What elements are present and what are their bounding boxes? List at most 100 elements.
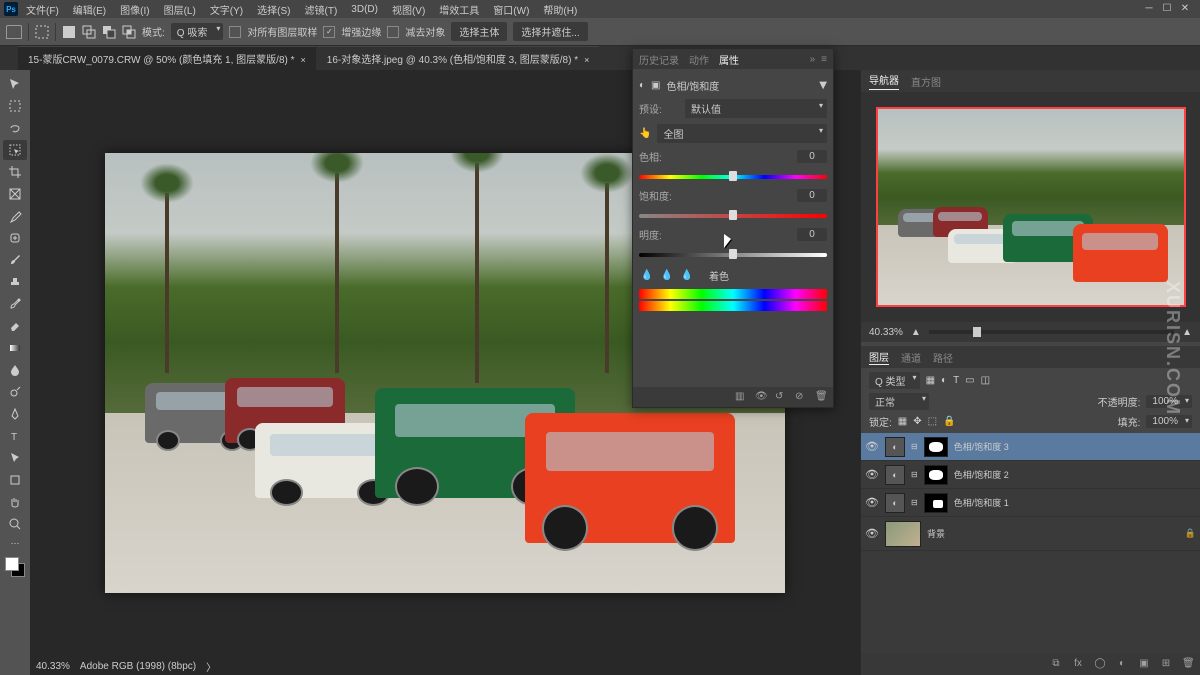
subtract-select-icon[interactable] [102,25,116,39]
add-select-icon[interactable] [82,25,96,39]
mask-icon[interactable]: ◯ [1094,658,1106,670]
visibility-icon[interactable]: 👁 [865,468,879,481]
eraser-tool[interactable] [3,316,27,336]
gradient-tool[interactable] [3,338,27,358]
doc-info[interactable]: Adobe RGB (1998) (8bpc) [80,661,196,672]
delete-icon[interactable]: 🗑 [1182,658,1194,670]
tab-actions[interactable]: 动作 [689,52,709,67]
edit-toolbar-icon[interactable]: ⋯ [11,538,20,549]
eyedropper-minus-icon[interactable]: 💧 [679,267,695,283]
close-icon[interactable]: × [301,55,306,65]
tab-properties[interactable]: 属性 [719,52,739,67]
layer-mask-thumb[interactable] [924,465,948,485]
lig-value[interactable]: 0 [797,228,827,241]
nav-zoom-value[interactable]: 40.33% [869,327,903,338]
type-tool[interactable]: T [3,426,27,446]
fx-icon[interactable]: fx [1072,658,1084,670]
visibility-icon[interactable]: 👁 [865,496,879,509]
tab-navigator[interactable]: 导航器 [869,72,899,90]
marquee-tool[interactable] [3,96,27,116]
hue-slider[interactable] [639,169,827,183]
path-select-tool[interactable] [3,448,27,468]
tab-layers[interactable]: 图层 [869,349,889,365]
menu-select[interactable]: 选择(S) [251,2,296,17]
color-range-dropdown[interactable]: 全图 [657,124,827,143]
trash-icon[interactable]: 🗑 [815,391,827,403]
eyedropper-tool[interactable] [3,206,27,226]
zoom-in-icon[interactable]: ▲ [1182,327,1192,338]
layer-name[interactable]: 色相/饱和度 1 [954,496,1009,509]
adjustment-layer-icon[interactable]: ◐ [1116,658,1128,670]
sample-all-checkbox[interactable] [229,26,241,38]
finger-icon[interactable]: 👆 [639,128,651,139]
tab-paths[interactable]: 路径 [933,350,953,365]
menu-type[interactable]: 文字(Y) [204,2,249,17]
tab-doc-2[interactable]: 16-对象选择.jpeg @ 40.3% (色相/饱和度 3, 图层蒙版/8) … [317,46,600,70]
layer-thumb[interactable] [885,521,921,547]
hue-range-bottom[interactable] [639,301,827,311]
tab-histogram[interactable]: 直方图 [911,74,941,89]
tab-channels[interactable]: 通道 [901,350,921,365]
reset-icon[interactable]: ↺ [775,391,787,403]
brush-tool[interactable] [3,250,27,270]
sat-value[interactable]: 0 [797,189,827,202]
minimize-button[interactable]: ─ [1144,4,1154,14]
zoom-level[interactable]: 40.33% [36,661,70,672]
link-layers-icon[interactable]: ⧉ [1050,658,1062,670]
play-icon[interactable]: ▶ [818,82,829,90]
layer-row[interactable]: 👁 ◐ ⊟ 色相/饱和度 1 [861,489,1200,517]
lock-all-icon[interactable]: 🔒 [943,416,955,427]
layer-mask-thumb[interactable] [924,493,948,513]
move-tool[interactable] [3,74,27,94]
menu-window[interactable]: 窗口(W) [487,2,535,17]
sat-slider[interactable] [639,208,827,222]
maximize-button[interactable]: ☐ [1162,4,1172,14]
lasso-tool[interactable] [3,118,27,138]
filter-type-icon[interactable]: T [953,375,959,386]
layer-name[interactable]: 背景 [927,527,945,540]
history-brush-tool[interactable] [3,294,27,314]
eyedropper-plus-icon[interactable]: 💧 [659,267,675,283]
heal-tool[interactable] [3,228,27,248]
fill-input[interactable]: 100% [1146,415,1192,428]
hue-value[interactable]: 0 [797,150,827,163]
menu-3d[interactable]: 3D(D) [345,4,384,15]
shape-tool[interactable] [3,470,27,490]
zoom-slider[interactable] [929,330,1174,334]
menu-image[interactable]: 图像(I) [114,2,155,17]
layer-row[interactable]: 👁 ◐ ⊟ 色相/饱和度 3 [861,433,1200,461]
info-chevron-icon[interactable]: 〉 [206,659,216,674]
group-icon[interactable]: ▣ [1138,658,1150,670]
opacity-input[interactable]: 100% [1146,395,1192,408]
menu-file[interactable]: 文件(F) [20,2,65,17]
home-icon[interactable] [6,25,22,39]
object-select-icon[interactable] [35,25,49,39]
intersect-select-icon[interactable] [122,25,136,39]
filter-smart-icon[interactable]: ◫ [981,375,990,386]
navigator-preview[interactable] [876,107,1186,307]
close-icon[interactable]: × [584,55,589,65]
lock-icon[interactable]: 🔒 [1185,528,1196,539]
filter-shape-icon[interactable]: ▭ [965,375,974,386]
crop-tool[interactable] [3,162,27,182]
menu-plugins[interactable]: 增效工具 [433,2,485,17]
navigator-body[interactable] [861,92,1200,322]
layer-name[interactable]: 色相/饱和度 3 [954,440,1009,453]
menu-help[interactable]: 帮助(H) [537,2,583,17]
zoom-out-icon[interactable]: ▲ [911,327,921,338]
mode-dropdown[interactable]: Q 吸索 [171,23,224,40]
layer-filter-dropdown[interactable]: Q 类型 [869,372,920,389]
tab-doc-1[interactable]: 15-蒙版CRW_0079.CRW @ 50% (颜色填充 1, 图层蒙版/8)… [18,46,316,70]
lock-position-icon[interactable]: ✥ [913,416,921,427]
visibility-icon[interactable]: 👁 [865,527,879,540]
frame-tool[interactable] [3,184,27,204]
clip-icon[interactable]: ▥ [735,391,747,403]
lock-pixels-icon[interactable]: ▦ [898,416,907,427]
close-button[interactable]: ✕ [1180,4,1190,14]
layer-row[interactable]: 👁 背景 🔒 [861,517,1200,551]
layer-row[interactable]: 👁 ◐ ⊟ 色相/饱和度 2 [861,461,1200,489]
new-layer-icon[interactable]: ⊞ [1160,658,1172,670]
hand-tool[interactable] [3,492,27,512]
hue-range-top[interactable] [639,289,827,299]
view-previous-icon[interactable]: 👁 [755,391,767,403]
